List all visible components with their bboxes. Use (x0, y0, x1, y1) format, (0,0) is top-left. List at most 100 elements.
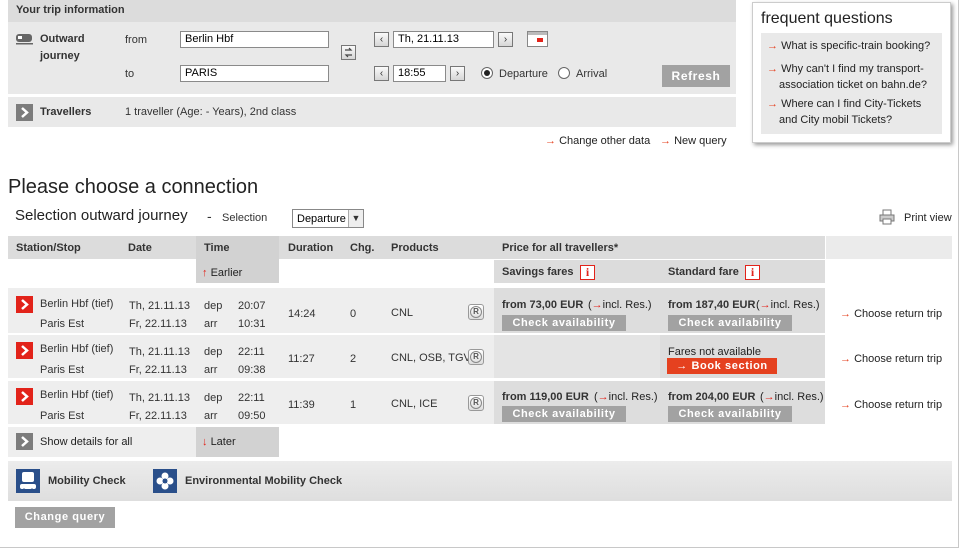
row-date-arr: Fr, 22.11.13 (129, 318, 187, 330)
arrow-right-icon: → (591, 299, 603, 311)
col-savings: Savings fares (502, 266, 574, 278)
new-query-link[interactable]: → New query (660, 135, 727, 147)
row-expand-icon[interactable] (16, 388, 33, 405)
reservation-icon: R (468, 304, 484, 320)
environment-icon[interactable] (153, 469, 177, 493)
arrow-right-icon: → (840, 399, 851, 411)
time-prev-button[interactable]: ‹ (374, 66, 389, 81)
mobility-check-link[interactable]: Mobility Check (48, 475, 126, 487)
row-changes: 2 (350, 353, 357, 365)
travellers-label: Travellers (40, 106, 92, 118)
row-time-arr: 10:31 (238, 318, 266, 330)
row-products: CNL (391, 307, 414, 319)
mobility-check-icon[interactable] (16, 469, 40, 493)
environmental-mobility-check-link[interactable]: Environmental Mobility Check (185, 475, 342, 487)
row-date-dep: Th, 21.11.13 (129, 392, 190, 404)
train-icon (16, 31, 33, 45)
travellers-expand-icon[interactable] (16, 104, 33, 121)
departure-radio[interactable] (481, 67, 493, 79)
table-header-right (826, 236, 952, 259)
row-duration: 14:24 (288, 308, 316, 320)
subtitle-dash: - (207, 208, 212, 224)
print-view-link[interactable]: Print view (904, 212, 952, 224)
calendar-icon[interactable] (527, 31, 548, 47)
row-dep-label: dep (204, 300, 223, 312)
faq-item-transport-association[interactable]: → Why can't I find my transport- associa… (767, 61, 927, 93)
choose-return-link[interactable]: → Choose return trip (840, 399, 942, 411)
later-link[interactable]: ↓ Later (202, 436, 236, 448)
selection-select[interactable]: Departure ▼ (292, 209, 364, 228)
earlier-link[interactable]: ↑ Earlier (202, 267, 242, 279)
refresh-button[interactable]: Refresh (662, 65, 730, 87)
outward-label-2: journey (40, 50, 80, 62)
col-time: Time (204, 242, 230, 254)
choose-return-link[interactable]: → Choose return trip (840, 308, 942, 320)
row-changes: 0 (350, 308, 357, 320)
show-details-icon[interactable] (16, 433, 33, 450)
page-bottom-border (0, 547, 959, 548)
change-other-data-link[interactable]: → Change other data (545, 135, 650, 147)
reservation-icon: R (468, 349, 484, 365)
swap-stations-button[interactable] (341, 45, 356, 60)
row-arr-label: arr (204, 318, 218, 330)
col-date: Date (128, 242, 152, 254)
arrival-radio[interactable] (558, 67, 570, 79)
col-price: Price for all travellers* (502, 242, 619, 254)
row-date-arr: Fr, 22.11.13 (129, 364, 187, 376)
change-query-button[interactable]: Change query (15, 507, 115, 528)
arrival-label: Arrival (576, 68, 608, 80)
show-details-link[interactable]: Show details for all (40, 436, 132, 448)
choose-return-link[interactable]: → Choose return trip (840, 353, 942, 365)
row-duration: 11:39 (288, 399, 315, 411)
arrow-right-icon: → (840, 308, 851, 320)
standard-incl-res: (→incl. Res.) (760, 391, 824, 403)
info-icon[interactable]: i (580, 265, 595, 280)
trip-info-header: Your trip information (16, 4, 125, 16)
check-availability-button[interactable]: Check availability (502, 406, 626, 422)
departure-label: Departure (499, 68, 548, 80)
row-duration: 11:27 (288, 353, 315, 365)
selection-label: Selection (222, 212, 268, 224)
to-input[interactable]: PARIS (180, 65, 329, 82)
swap-icon (344, 47, 353, 58)
book-section-button[interactable]: → Book section (667, 358, 777, 374)
arrow-right-icon: → (767, 40, 778, 52)
footer-bar (8, 461, 952, 501)
reservation-icon: R (468, 395, 484, 411)
row-date-arr: Fr, 22.11.13 (129, 410, 187, 422)
arrow-right-icon: → (840, 353, 851, 365)
check-availability-button[interactable]: Check availability (668, 406, 792, 422)
travellers-value: 1 traveller (Age: - Years), 2nd class (125, 106, 297, 118)
check-availability-button[interactable]: Check availability (668, 315, 792, 331)
savings-incl-res: (→incl. Res.) (594, 391, 658, 403)
col-standard: Standard fare (668, 266, 739, 278)
info-icon[interactable]: i (745, 265, 760, 280)
row-time-dep: 20:07 (238, 300, 266, 312)
check-availability-button[interactable]: Check availability (502, 315, 626, 331)
col-duration: Duration (288, 242, 334, 254)
row-expand-icon[interactable] (16, 342, 33, 359)
row-to: Paris Est (40, 410, 85, 422)
row-to: Paris Est (40, 364, 85, 376)
faq-item-specific-train[interactable]: → What is specific-train booking? (767, 40, 930, 52)
date-prev-button[interactable]: ‹ (374, 32, 389, 47)
arrow-up-icon: ↑ (202, 267, 208, 279)
date-next-button[interactable]: › (498, 32, 513, 47)
page-subtitle: Selection outward journey (15, 207, 188, 224)
date-input[interactable]: Th, 21.11.13 (393, 31, 494, 48)
arrow-down-icon: ↓ (202, 436, 208, 448)
standard-incl-res: (→incl. Res.) (756, 299, 820, 311)
row-from: Berlin Hbf (tief) (40, 298, 114, 310)
col-station: Station/Stop (16, 242, 81, 254)
row-expand-icon[interactable] (16, 296, 33, 313)
time-input[interactable]: 18:55 (393, 65, 446, 82)
faq-item-city-tickets[interactable]: → Where can I find City-Tickets and City… (767, 96, 921, 128)
from-input[interactable]: Berlin Hbf (180, 31, 329, 48)
row-arr-label: arr (204, 410, 218, 422)
travellers-bar (8, 97, 736, 127)
row-time-dep: 22:11 (238, 346, 265, 358)
time-next-button[interactable]: › (450, 66, 465, 81)
row-from: Berlin Hbf (tief) (40, 343, 114, 355)
print-icon[interactable] (879, 209, 895, 225)
arrow-right-icon: → (545, 135, 556, 147)
